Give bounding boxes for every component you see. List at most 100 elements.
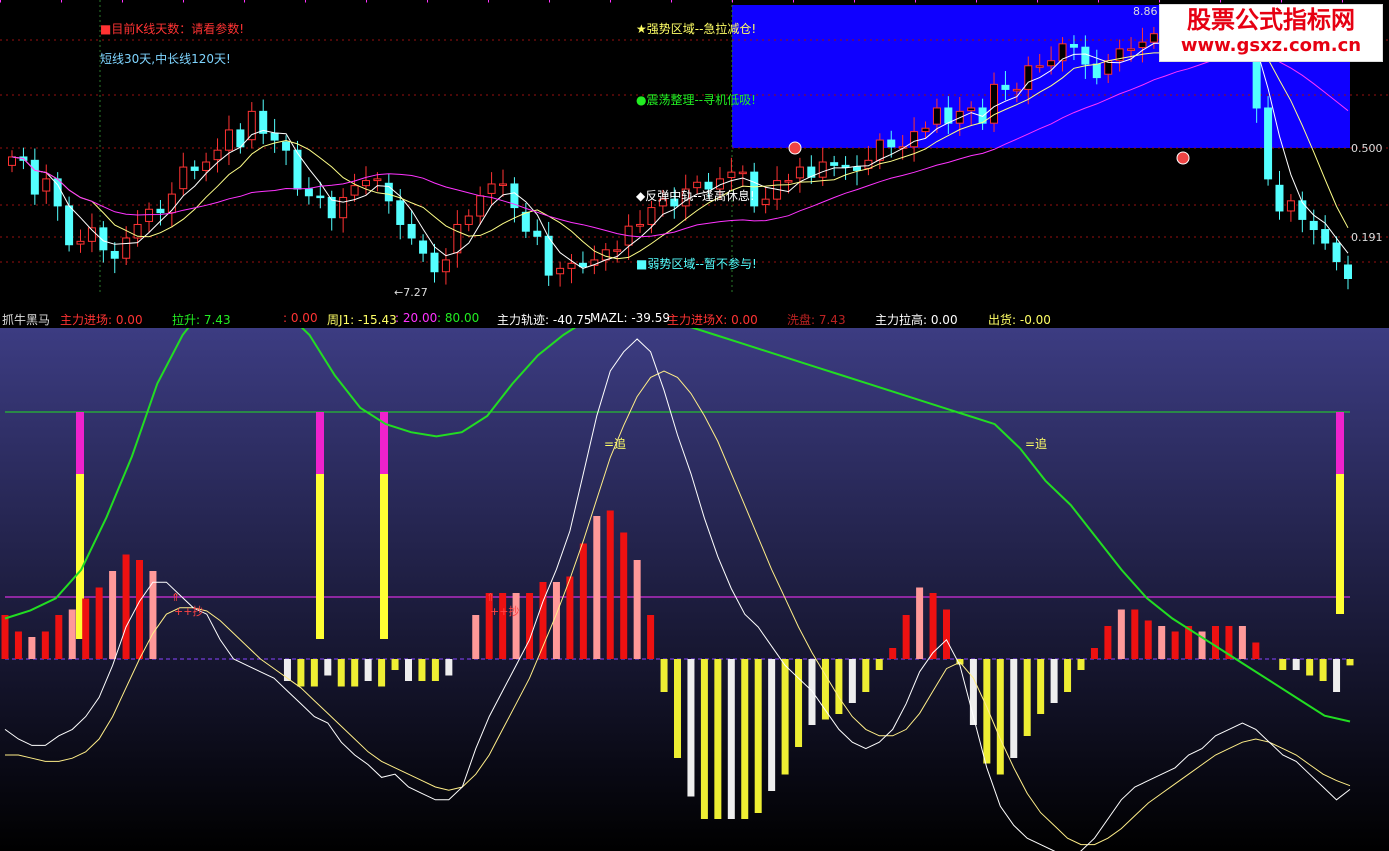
candle-body xyxy=(1344,264,1352,279)
candle-body xyxy=(818,161,827,178)
histogram-bar-positive xyxy=(82,598,90,659)
candle-body xyxy=(636,223,645,227)
histogram-bar-positive xyxy=(472,615,480,659)
low-price-marker: ←7.27 xyxy=(394,286,428,299)
candle-body xyxy=(1081,46,1090,65)
histogram-bar-positive xyxy=(41,631,49,659)
candle-body xyxy=(1149,33,1158,43)
candle-body xyxy=(556,267,565,275)
histogram-bar-positive xyxy=(95,587,103,659)
candle-body xyxy=(224,129,233,151)
histogram-bar-positive xyxy=(633,560,641,659)
candle-body xyxy=(350,185,359,196)
histogram-bar-negative xyxy=(862,659,870,692)
histogram-bar-negative xyxy=(983,659,991,764)
histogram-bar-positive xyxy=(579,543,587,659)
candle-body xyxy=(921,127,930,133)
candle-body xyxy=(361,180,370,187)
status-main-entry-x: 主力进场X: 0.00 xyxy=(667,313,758,327)
histogram-bar-negative xyxy=(660,659,668,692)
info-period-text: 短线30天,中长线120天! xyxy=(100,51,231,66)
candle-body xyxy=(190,166,199,171)
histogram-bar-positive xyxy=(68,609,76,659)
histogram-bar-negative xyxy=(418,659,426,681)
candle-body xyxy=(830,162,839,166)
histogram-bar-negative xyxy=(687,659,695,797)
status-zero: : 0.00 xyxy=(283,311,318,325)
histogram-bar-negative xyxy=(1077,659,1085,670)
histogram-bar-positive xyxy=(28,637,36,659)
histogram-bar-negative xyxy=(741,659,749,819)
histogram-bar-negative xyxy=(996,659,1004,775)
histogram-bar-negative xyxy=(337,659,345,687)
histogram-bar-positive xyxy=(929,593,937,659)
candle-body xyxy=(1092,63,1101,79)
histogram-bar-positive xyxy=(1238,626,1246,659)
status-main-entry: 主力进场: 0.00 xyxy=(60,313,143,327)
signal-ball-1 xyxy=(788,141,802,155)
candle-body xyxy=(419,240,428,254)
histogram-bar-positive xyxy=(55,615,63,659)
histogram-bar-positive xyxy=(1104,626,1112,659)
candle-body xyxy=(693,181,702,189)
histogram-bar-positive xyxy=(1252,642,1260,659)
status-level-20: : 20.00 xyxy=(395,311,438,325)
histogram-bar-positive xyxy=(1171,631,1179,659)
histogram-bar-negative xyxy=(714,659,722,819)
histogram-bar-negative xyxy=(324,659,332,676)
histogram-bar-negative xyxy=(1050,659,1058,703)
candle-body xyxy=(179,166,188,190)
histogram-bar-negative xyxy=(1023,659,1031,736)
status-wash: 洗盘: 7.43 xyxy=(787,313,846,327)
histogram-bar-positive xyxy=(1144,620,1152,659)
histogram-bar-positive xyxy=(902,615,910,659)
candle-body xyxy=(270,132,279,141)
candle-body xyxy=(8,156,16,166)
candle-body xyxy=(441,259,450,273)
histogram-bar-positive xyxy=(1131,609,1139,659)
histogram-bar-positive xyxy=(512,593,520,659)
candle-body xyxy=(1035,65,1044,68)
signal-ball-2 xyxy=(1176,151,1190,165)
histogram-bar-negative xyxy=(795,659,803,747)
signal-column-top xyxy=(316,412,324,474)
status-main-raise: 主力拉高: 0.00 xyxy=(875,313,958,327)
candle-body xyxy=(578,262,587,268)
signal-column-bottom xyxy=(316,474,324,639)
candle-body xyxy=(567,262,576,269)
info-days-text: ■目前K线天数：请看参数! xyxy=(100,21,244,36)
candle-body xyxy=(967,107,976,112)
histogram-bar-negative xyxy=(754,659,762,813)
candle-body xyxy=(1127,48,1136,51)
histogram-bar-negative xyxy=(445,659,453,676)
brand-logo: 股票公式指标网 www.gsxz.com.cn xyxy=(1159,4,1383,62)
candle-body xyxy=(122,237,131,259)
candle-body xyxy=(1264,107,1273,180)
histogram-bar-positive xyxy=(1158,626,1166,659)
histogram-bar-positive xyxy=(1,615,9,659)
zone-shock-label: ●震荡整理--寻机低吸! xyxy=(636,92,756,107)
histogram-bar-positive xyxy=(149,571,157,659)
candle-body xyxy=(1309,220,1318,231)
candle-body xyxy=(533,230,542,237)
histogram-bar-negative xyxy=(727,659,735,819)
candle-body xyxy=(65,205,74,246)
candle-body xyxy=(1001,84,1010,90)
histogram-bar-positive xyxy=(1090,648,1098,659)
candle-body xyxy=(852,166,861,171)
buy-arrow-icon: ⇑ xyxy=(171,591,180,604)
histogram-bar-negative xyxy=(391,659,399,670)
histogram-bar-positive xyxy=(499,593,507,659)
histogram-bar-negative xyxy=(1010,659,1018,758)
histogram-bar-negative xyxy=(1319,659,1327,681)
candle-body xyxy=(464,215,473,225)
histogram-bar-negative xyxy=(1306,659,1314,676)
candle-body xyxy=(487,183,496,194)
histogram-bar-positive xyxy=(593,516,601,659)
candle-body xyxy=(316,195,325,199)
candle-body xyxy=(145,208,154,222)
histogram-bar-negative xyxy=(875,659,883,670)
histogram-bar-negative xyxy=(848,659,856,703)
histogram-bar-positive xyxy=(647,615,655,659)
candle-body xyxy=(1069,44,1078,48)
